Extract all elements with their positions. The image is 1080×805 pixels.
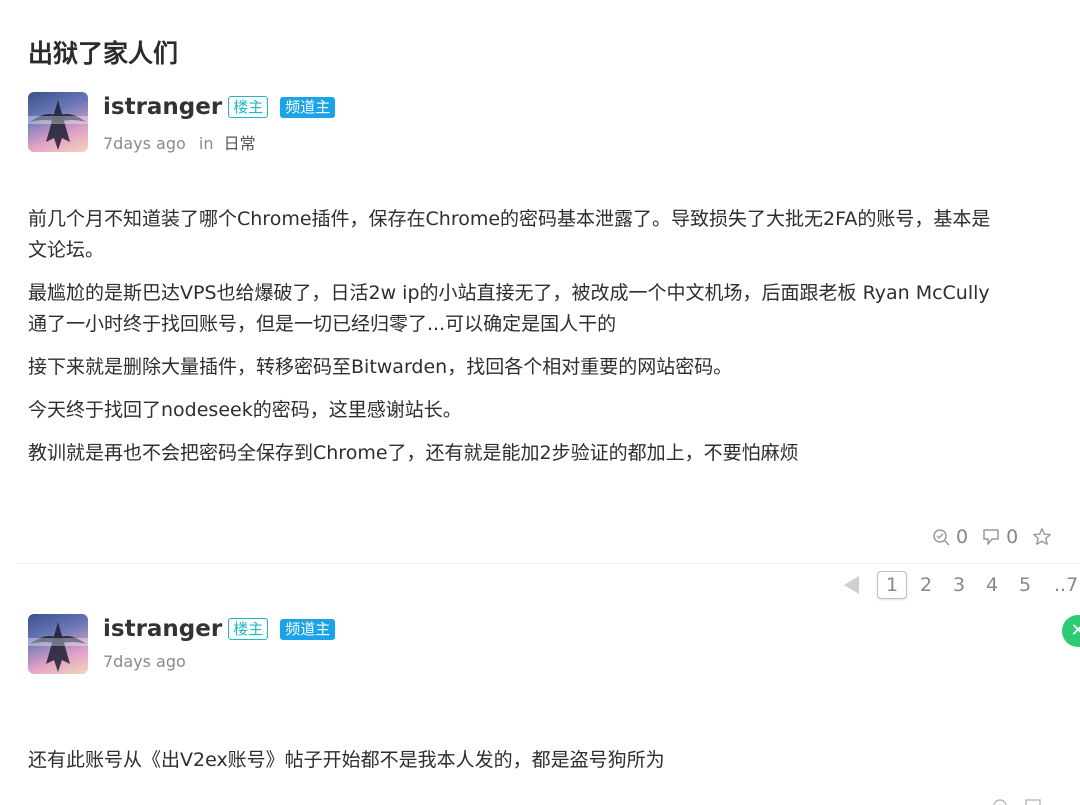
paragraph: 接下来就是删除大量插件，转移密码至Bitwarden，找回各个相对重要的网站密码… xyxy=(28,356,733,378)
page-4[interactable]: 4 xyxy=(978,574,1006,596)
dislike-button[interactable]: 0 xyxy=(982,526,1018,548)
post-time: 7days ago xyxy=(103,134,186,153)
star-icon xyxy=(1033,528,1052,545)
author-row: istranger 楼主 频道主 xyxy=(103,94,336,120)
in-label: in xyxy=(198,134,214,153)
divider xyxy=(16,563,1080,564)
avatar[interactable] xyxy=(28,92,88,152)
pagination: 1 2 3 4 5 ..7 xyxy=(844,571,1078,599)
page-2[interactable]: 2 xyxy=(912,574,940,596)
like-button[interactable]: 0 xyxy=(932,526,968,548)
page-1[interactable]: 1 xyxy=(877,571,907,599)
op-badge: 楼主 xyxy=(228,618,269,640)
paragraph: 今天终于找回了nodeseek的密码，这里感谢站长。 xyxy=(28,399,462,421)
author-name[interactable]: istranger xyxy=(103,616,222,642)
channel-owner-badge: 频道主 xyxy=(280,618,336,640)
post-actions: 0 0 xyxy=(932,526,1072,548)
page: 出狱了家人们 istranger 楼主 频道主 7days ago in 日常 … xyxy=(0,0,1080,805)
dislike-icon xyxy=(983,529,999,545)
author-name[interactable]: istranger xyxy=(103,94,222,120)
paragraph: 通了一小时终于找回账号，但是一切已经归零了...可以确定是国人干的 xyxy=(28,313,617,335)
paragraph: 教训就是再也不会把密码全保存到Chrome了，还有就是能加2步验证的都加上，不要… xyxy=(28,442,799,464)
like-icon xyxy=(933,529,950,546)
post-time: 7days ago xyxy=(103,652,186,671)
op-badge: 楼主 xyxy=(228,96,269,118)
post-meta: 7days ago in 日常 xyxy=(103,130,256,154)
page-last[interactable]: ..7 xyxy=(1054,574,1078,596)
star-button[interactable] xyxy=(1032,527,1058,547)
paragraph: 前几个月不知道装了哪个Chrome插件，保存在Chrome的密码基本泄露了。导致… xyxy=(28,208,991,230)
channel-owner-badge: 频道主 xyxy=(280,96,336,118)
page-title: 出狱了家人们 xyxy=(28,39,179,68)
paragraph: 还有此账号从《出V2ex账号》帖子开始都不是我本人发的，都是盗号狗所为 xyxy=(28,749,665,771)
author-row: istranger 楼主 频道主 xyxy=(103,616,336,642)
triangle-left-icon[interactable] xyxy=(844,576,859,594)
post-meta: 7days ago xyxy=(103,652,186,671)
page-3[interactable]: 3 xyxy=(945,574,973,596)
page-5[interactable]: 5 xyxy=(1011,574,1039,596)
avatar[interactable] xyxy=(28,614,88,674)
paragraph: 文论坛。 xyxy=(28,239,105,261)
bottom-actions-peek xyxy=(993,799,1041,805)
paragraph: 最尴尬的是斯巴达VPS也给爆破了，日活2w ip的小站直接无了，被改成一个中文机… xyxy=(28,282,990,304)
dislike-count: 0 xyxy=(1006,526,1019,548)
like-count: 0 xyxy=(956,526,969,548)
post-content: 前几个月不知道装了哪个Chrome插件，保存在Chrome的密码基本泄露了。导致… xyxy=(28,204,1080,481)
category-link[interactable]: 日常 xyxy=(224,134,256,153)
close-icon[interactable]: ✕ xyxy=(1062,615,1080,647)
post-content: 还有此账号从《出V2ex账号》帖子开始都不是我本人发的，都是盗号狗所为 xyxy=(28,745,1080,788)
